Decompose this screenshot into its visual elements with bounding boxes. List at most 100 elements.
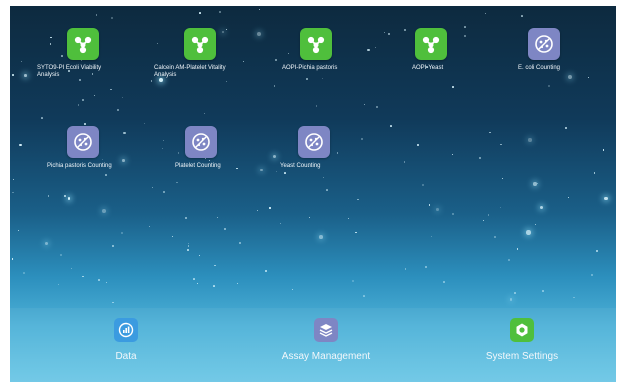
star-dot bbox=[104, 174, 107, 176]
star-dot bbox=[326, 189, 328, 191]
star-dot bbox=[257, 31, 262, 36]
star-dot bbox=[20, 60, 22, 62]
star-dot bbox=[117, 109, 119, 112]
dock-label: Data bbox=[115, 351, 137, 362]
app-platelet-counting[interactable]: Platelet Counting bbox=[175, 126, 221, 170]
star-dot bbox=[348, 217, 350, 219]
star-dot bbox=[44, 241, 48, 245]
app-aopi-pichia-pastoris[interactable]: AOPI-Pichia pastoris bbox=[282, 28, 337, 72]
cell-counting-icon bbox=[528, 28, 560, 60]
star-dot bbox=[162, 139, 165, 142]
star-dot bbox=[517, 248, 519, 250]
star-dot bbox=[265, 270, 267, 272]
device-frame: SYTO9-PI Ecoli Viability Analysis Calcein… bbox=[0, 0, 625, 388]
app-pichia-pastoris-counting[interactable]: Pichia pastoris Counting bbox=[47, 126, 112, 170]
star-dot bbox=[269, 207, 271, 209]
star-dot bbox=[500, 144, 502, 146]
star-dot bbox=[494, 236, 497, 239]
app-label: Platelet Counting bbox=[175, 163, 221, 169]
star-dot bbox=[291, 288, 294, 291]
star-dot bbox=[547, 85, 550, 88]
star-dot bbox=[150, 79, 153, 82]
star-dot bbox=[224, 227, 227, 230]
star-dot bbox=[528, 138, 532, 142]
star-dot bbox=[59, 253, 62, 256]
star-dot bbox=[564, 127, 567, 129]
star-dot bbox=[452, 86, 455, 88]
star-dot bbox=[81, 99, 84, 101]
star-dot bbox=[105, 282, 107, 284]
star-dot bbox=[321, 77, 323, 79]
star-dot bbox=[110, 88, 112, 90]
star-dot bbox=[225, 29, 227, 31]
star-dot bbox=[487, 213, 490, 216]
star-dot bbox=[13, 179, 15, 181]
star-dot bbox=[390, 124, 393, 127]
star-dot bbox=[123, 131, 126, 134]
star-dot bbox=[57, 283, 60, 286]
app-label: SYTO9-PI Ecoli Viability Analysis bbox=[37, 65, 102, 78]
star-dot bbox=[243, 61, 245, 63]
star-dot bbox=[568, 197, 570, 199]
star-dot bbox=[112, 244, 114, 247]
star-dot bbox=[533, 182, 537, 186]
star-dot bbox=[257, 210, 259, 212]
star-dot bbox=[443, 280, 446, 283]
star-dot bbox=[361, 138, 363, 140]
star-dot bbox=[79, 79, 81, 81]
star-dot bbox=[226, 81, 228, 83]
star-dot bbox=[542, 290, 544, 293]
star-dot bbox=[451, 213, 454, 216]
dock-item-assay-management[interactable]: Assay Management bbox=[276, 318, 376, 362]
star-dot bbox=[588, 76, 590, 78]
star-dot bbox=[280, 223, 282, 225]
star-dot bbox=[175, 181, 178, 184]
star-dot bbox=[212, 285, 215, 287]
star-dot bbox=[451, 153, 453, 155]
star-dot bbox=[273, 85, 276, 87]
star-dot bbox=[121, 97, 123, 99]
star-dot bbox=[22, 271, 25, 274]
star-dot bbox=[63, 194, 66, 197]
app-label: Yeast Counting bbox=[280, 163, 321, 169]
star-dot bbox=[187, 245, 190, 247]
star-dot bbox=[84, 123, 86, 125]
app-label: E. coli Counting bbox=[518, 65, 561, 71]
star-dot bbox=[430, 235, 432, 238]
star-dot bbox=[120, 232, 123, 235]
star-dot bbox=[537, 182, 539, 184]
star-dot bbox=[41, 116, 43, 119]
app-yeast-counting[interactable]: Yeast Counting bbox=[280, 126, 330, 170]
star-dot bbox=[214, 264, 216, 267]
star-dot bbox=[260, 168, 263, 172]
star-dot bbox=[258, 8, 261, 11]
star-dot bbox=[112, 301, 114, 303]
app-calcein-am-platelet-vitality[interactable]: Calcein AM-Platelet Vitality Analysis bbox=[154, 28, 226, 79]
dock-item-system-settings[interactable]: System Settings bbox=[477, 318, 567, 362]
star-dot bbox=[323, 176, 325, 179]
star-dot bbox=[499, 206, 502, 208]
star-dot bbox=[97, 278, 100, 281]
app-syto9-pi-ecoli-viability[interactable]: SYTO9-PI Ecoli Viability Analysis bbox=[37, 28, 101, 79]
star-dot bbox=[94, 95, 96, 97]
star-dot bbox=[404, 268, 406, 270]
dock-item-data[interactable]: Data bbox=[108, 318, 144, 362]
star-dot bbox=[185, 217, 188, 220]
app-label: AOPI-Yeast bbox=[412, 65, 444, 71]
molecule-icon bbox=[67, 28, 99, 60]
star-dot bbox=[283, 172, 286, 174]
star-dot bbox=[509, 298, 513, 301]
app-aopi-yeast[interactable]: AOPI-Yeast bbox=[412, 28, 447, 72]
star-dot bbox=[121, 158, 125, 162]
star-dot bbox=[236, 167, 238, 170]
star-dot bbox=[436, 208, 440, 211]
app-ecoli-counting[interactable]: E. coli Counting bbox=[518, 28, 560, 72]
star-dot bbox=[489, 131, 491, 134]
star-dot bbox=[484, 13, 486, 15]
star-dot bbox=[367, 49, 370, 52]
star-dot bbox=[363, 104, 365, 106]
cell-counting-icon bbox=[185, 126, 217, 158]
star-dot bbox=[187, 248, 189, 251]
chart-icon bbox=[114, 318, 138, 342]
star-dot bbox=[236, 282, 238, 284]
